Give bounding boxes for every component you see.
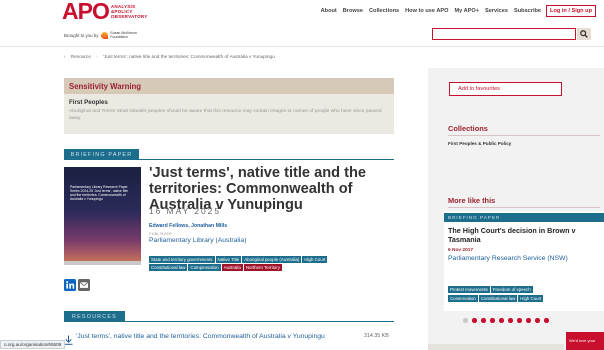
breadcrumb-resource[interactable]: Resource [71,54,91,59]
sensitivity-warning-header: Sensitivity Warning [64,78,394,94]
carousel-dot[interactable] [499,318,504,323]
sponsor-name-2: Foundation [110,34,128,39]
publisher-label: PUBLISHER [149,232,173,236]
carousel-dot[interactable] [481,318,486,323]
tag[interactable]: Constitutional law [149,264,188,272]
linkedin-icon[interactable] [64,279,76,291]
nav-browse[interactable]: Browse [343,8,363,14]
nav-how-to-use[interactable]: How to use APO [405,8,448,14]
publisher-link[interactable]: Parliamentary Library (Australia) [149,237,246,244]
related-resource-title[interactable]: The High Court's decision in Brown v Tas… [448,226,604,244]
sidebar-bottom-panel [428,344,564,350]
tag[interactable]: Northern Territory [243,264,282,272]
more-like-this-heading: More like this [448,196,496,205]
carousel-dot[interactable] [463,318,468,323]
sensitivity-heading: Sensitivity Warning [69,82,142,91]
collections-divider [448,135,600,136]
tag[interactable]: High Court [302,256,328,264]
collection-link[interactable]: First Peoples & Public Policy [448,141,511,146]
carousel-dot[interactable] [526,318,531,323]
related-tags-row-2: Conservation Constitutional law High Cou… [448,295,604,303]
feedback-tab[interactable]: We'd love your [566,332,604,350]
related-resource-type: BRIEFING PAPER [444,213,604,222]
tag-list-row-2: Constitutional law Compensation Australi… [149,264,399,272]
add-to-favourites-button[interactable]: Add to favourites [449,82,562,96]
tag[interactable]: Native Title [215,256,242,264]
resource-file-link[interactable]: 'Just terms', native title and the terri… [76,333,326,341]
brought-label: Brought to you by [64,33,99,39]
resource-file-size: 314.35 KB [364,333,389,339]
tag[interactable]: State and territory governments [149,256,215,264]
breadcrumb-current: 'Just terms', native title and the terri… [103,54,275,59]
download-icon[interactable] [64,332,73,350]
tag[interactable]: High Court [518,295,544,303]
publication-date: 16 MAY 2025 [149,206,221,216]
login-button[interactable]: Log in / Sign up [546,5,596,17]
carousel-dots [463,318,549,323]
resource-type-divider [139,159,394,160]
nav-about[interactable]: About [321,8,337,14]
carousel-dot[interactable] [535,318,540,323]
carousel-dot[interactable] [508,318,513,323]
tag[interactable]: Constitutional law [478,295,518,303]
carousel-dot-active[interactable] [472,318,477,323]
cover-image[interactable]: Parliamentary Library Research Paper Ser… [64,167,141,265]
header-divider [0,46,604,47]
resources-divider [125,321,394,322]
cover-text: Parliamentary Library Research Paper Ser… [70,185,129,201]
nav-collections[interactable]: Collections [369,8,399,14]
share-buttons [64,279,90,291]
sponsor-logo[interactable]: Susan McKinnon Foundation [101,31,137,40]
carousel-dot[interactable] [517,318,522,323]
tag-list-row-1: State and territory governments Native T… [149,256,399,264]
home-chevron-icon: › [64,54,66,59]
resource-type-label: BRIEFING PAPER [64,149,139,160]
brought-to-you-by: Brought to you by Susan McKinnon Foundat… [64,31,137,40]
search-button[interactable] [577,28,591,40]
logo-tagline: ANALYSIS &POLICY OBSERVATORY [110,4,148,19]
sensitivity-warning-body: First Peoples Aboriginal and Torres Stra… [64,94,394,134]
status-bar-url: o.org.au/organisation/65509 [0,340,66,349]
breadcrumb: › Resource › 'Just terms', native title … [64,54,275,59]
related-resource-publisher[interactable]: Parliamentary Research Service (NSW) [448,255,604,263]
sensitivity-text: Aboriginal and Torres Strait Islander pe… [69,109,382,121]
flame-icon [101,32,109,40]
tag[interactable]: Protest movements [448,286,490,294]
tag[interactable]: Australia [221,264,243,272]
search-icon [580,30,588,38]
main-nav: About Browse Collections How to use APO … [315,5,596,17]
related-tags-row-1: Protest movements Freedom of speech [448,286,604,294]
tag[interactable]: Compensation [188,264,221,272]
authors[interactable]: Edward Fellows, Jonathan Mills [149,223,227,229]
nav-services[interactable]: Services [485,8,508,14]
tag[interactable]: Conservation [448,295,478,303]
more-like-this-divider [448,207,600,208]
collections-heading: Collections [448,124,488,133]
nav-subscribe[interactable]: Subscribe [514,8,541,14]
carousel-dot[interactable] [490,318,495,323]
related-resource-date: 6 Nov 2017 [448,248,474,253]
nav-my-apo[interactable]: My APO+ [454,8,479,14]
search-input[interactable] [432,28,576,40]
email-icon[interactable] [78,279,90,291]
logo-letters: APO [62,0,110,24]
carousel-dot[interactable] [544,318,549,323]
apo-logo[interactable]: APO ANALYSIS &POLICY OBSERVATORY [62,0,148,24]
breadcrumb-separator-icon: › [96,54,98,59]
resources-label: RESOURCES [64,311,125,322]
sensitivity-title: First Peoples [69,99,108,106]
tag[interactable]: Aboriginal people (Australia) [242,256,302,264]
tag[interactable]: Freedom of speech [490,286,533,294]
